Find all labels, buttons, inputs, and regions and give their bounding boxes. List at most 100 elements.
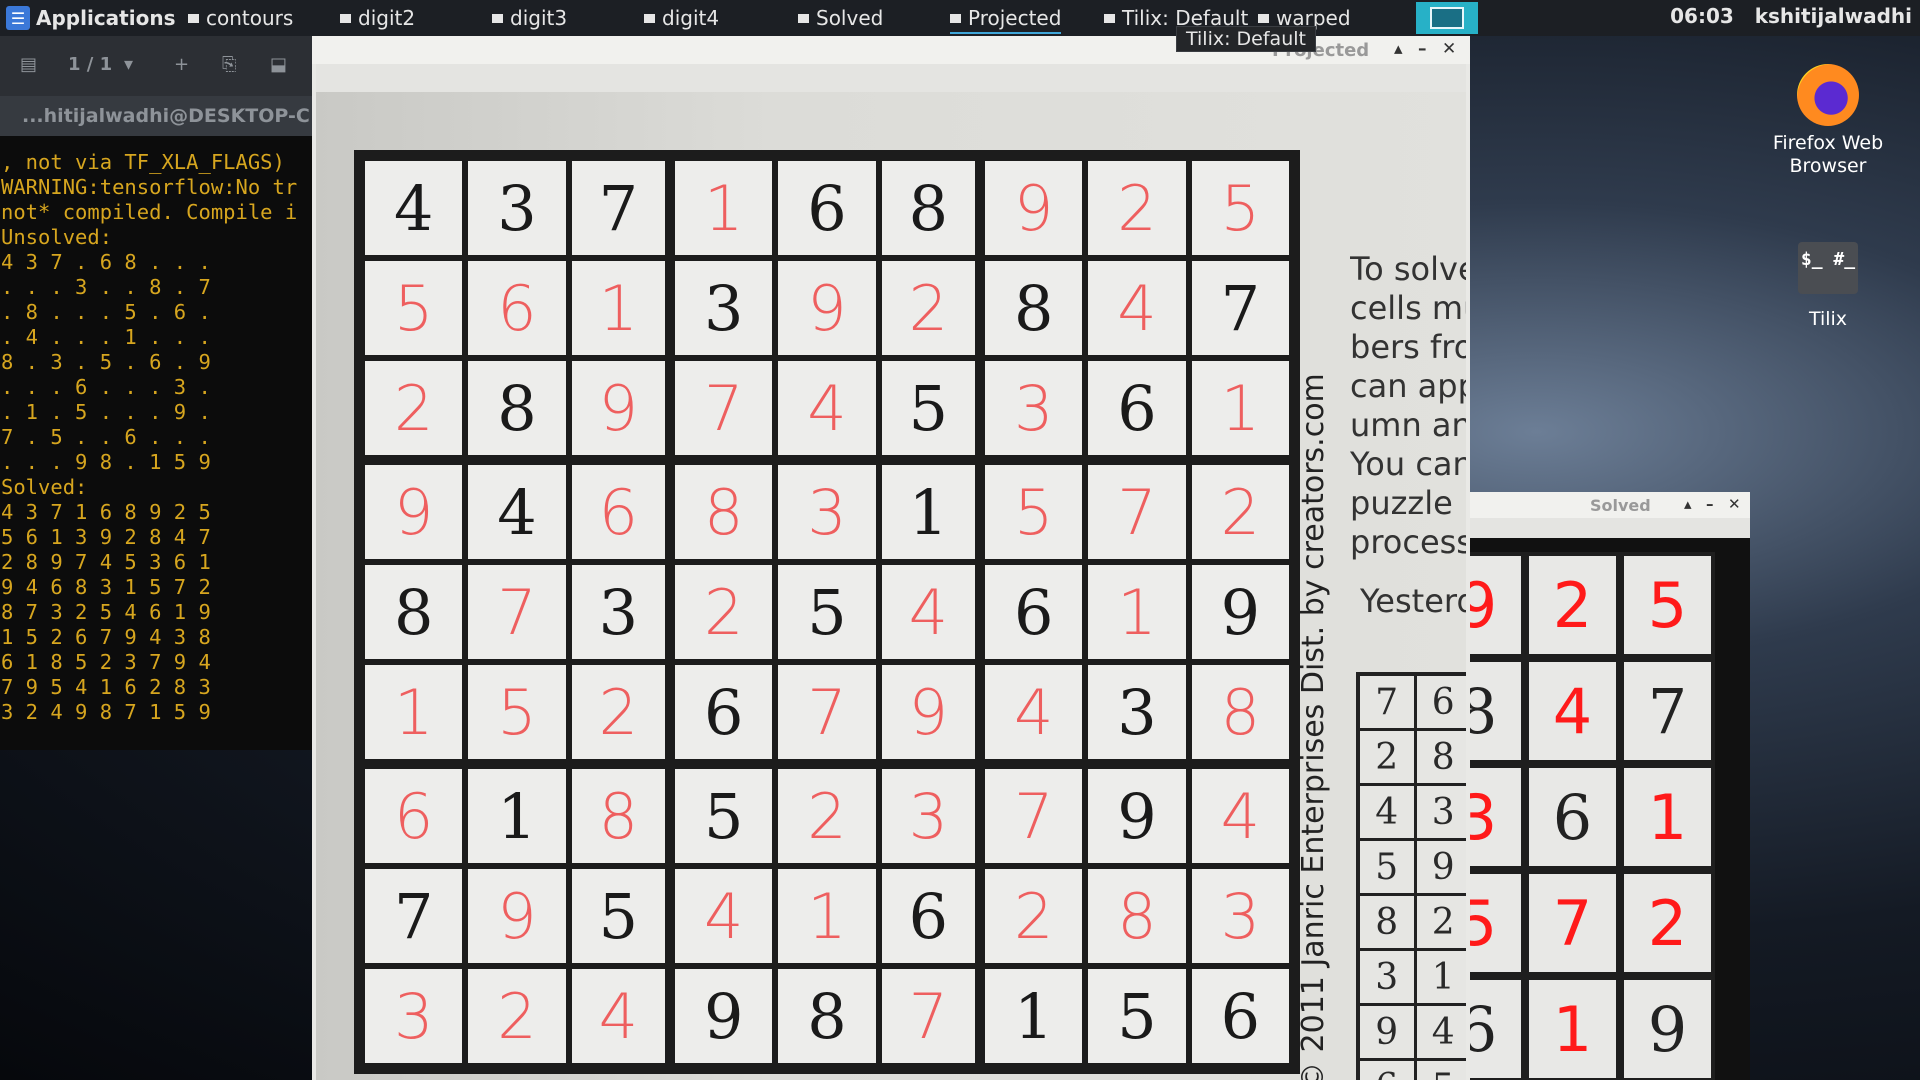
- given-digit-cell: 8: [468, 361, 566, 455]
- close-icon[interactable]: ✕: [1442, 39, 1456, 59]
- show-desktop-button[interactable]: [1416, 2, 1478, 34]
- solved-digit-cell: 3: [881, 769, 975, 863]
- solved-digit-cell: 3: [365, 969, 463, 1063]
- terminal-line: Unsolved:: [1, 225, 113, 249]
- add-icon[interactable]: +: [174, 54, 189, 75]
- terminal-line: not* compiled. Compile i: [1, 200, 298, 224]
- solved-window[interactable]: Solved ▴ – ✕ 925847361572619: [1470, 492, 1750, 1080]
- split-icon[interactable]: ⎘: [222, 54, 236, 75]
- solved-digit-cell: 9: [778, 261, 876, 355]
- given-digit-cell: 5: [675, 769, 773, 863]
- terminal-line: 3 2 4 9 8 7 1 5 9: [1, 700, 211, 724]
- task-label: digit4: [662, 6, 720, 30]
- solved-digit-cell: 3: [778, 465, 876, 559]
- solved-digit-cell: 2: [1624, 874, 1711, 972]
- task-digit4[interactable]: digit4: [644, 4, 719, 32]
- given-digit-cell: 7: [1624, 662, 1711, 760]
- clock-user[interactable]: 06:03 kshitijalwadhi: [1670, 4, 1912, 28]
- solved-digit-cell: 7: [468, 565, 566, 659]
- solved-digit-cell: 2: [881, 261, 975, 355]
- given-digit-cell: 6: [1529, 768, 1616, 866]
- terminal-line: Solved:: [1, 475, 88, 499]
- given-digit-cell: 1: [985, 969, 1083, 1063]
- instruction-line: cells mu: [1350, 289, 1466, 327]
- solved-digit-cell: 1: [365, 665, 463, 759]
- task-label: digit2: [358, 6, 416, 30]
- firefox-desktop-icon[interactable]: Firefox Web Browser: [1768, 64, 1888, 178]
- solved-digit-cell: 2: [571, 665, 665, 759]
- mini-grid-cell: 6: [1360, 1061, 1414, 1080]
- terminal-line: 6 1 8 5 2 3 7 9 4: [1, 650, 211, 674]
- solved-digit-cell: 4: [985, 665, 1083, 759]
- given-digit-cell: 8: [778, 969, 876, 1063]
- terminal-line: 5 6 1 3 9 2 8 4 7: [1, 525, 211, 549]
- task-contours[interactable]: contours: [188, 4, 293, 32]
- sidebar-icon[interactable]: ▤: [20, 54, 37, 75]
- terminal-line: 8 . 3 . 5 . 6 . 9: [1, 350, 211, 374]
- tilix-label: Tilix: [1808, 308, 1848, 330]
- solved-digit-cell: 8: [675, 465, 773, 559]
- mini-grid-cell: 7: [1360, 676, 1414, 728]
- solved-digit-cell: 2: [778, 769, 876, 863]
- session-counter[interactable]: 1 / 1: [68, 54, 112, 75]
- window-titlebar[interactable]: Solved ▴ – ✕: [1470, 492, 1750, 518]
- given-digit-cell: 6: [1191, 969, 1289, 1063]
- maximize-icon[interactable]: ▴: [1684, 495, 1692, 513]
- close-icon[interactable]: ✕: [1728, 495, 1741, 513]
- task-label: Projected: [968, 6, 1062, 30]
- terminal-window[interactable]: ▤ 1 / 1 ▾ + ⎘ ⬓ ...hitijalwadhi@DESKTOP-…: [0, 36, 315, 750]
- terminal-line: . . . 3 . . 8 . 7: [1, 275, 211, 299]
- given-digit-cell: 9: [1191, 565, 1289, 659]
- terminal-output[interactable]: , not via TF_XLA_FLAGS) WARNING:tensorflo…: [1, 150, 297, 725]
- task-digit2[interactable]: digit2: [340, 4, 415, 32]
- projected-window[interactable]: Projected ▴ – ✕ 437168925561392847289745…: [312, 36, 1470, 1080]
- window-icon: [1258, 13, 1269, 23]
- window-icon: [950, 13, 961, 23]
- task-solved[interactable]: Solved: [798, 4, 883, 32]
- given-digit-cell: 7: [1191, 261, 1289, 355]
- clock: 06:03: [1670, 4, 1734, 28]
- chevron-down-icon[interactable]: ▾: [124, 54, 133, 75]
- solved-digit-cell: 4: [675, 869, 773, 963]
- terminal-line: 7 . 5 . . 6 . . .: [1, 425, 211, 449]
- task-label: contours: [206, 6, 294, 30]
- terminal-line: WARNING:tensorflow:No tr: [1, 175, 298, 199]
- mini-grid-cell: 9: [1416, 841, 1466, 893]
- window-icon: [798, 13, 809, 23]
- given-digit-cell: 9: [1624, 980, 1711, 1078]
- given-digit-cell: 3: [468, 161, 566, 255]
- solved-digit-cell: 1: [675, 161, 773, 255]
- solved-digit-cell: 1: [1191, 361, 1289, 455]
- minimize-icon[interactable]: –: [1418, 39, 1427, 59]
- solved-digit-cell: 2: [1191, 465, 1289, 559]
- solved-digit-cell: 4: [571, 969, 665, 1063]
- solved-digit-cell: 7: [881, 969, 975, 1063]
- solved-digit-cell: 2: [468, 969, 566, 1063]
- mini-grid-cell: 2: [1416, 896, 1466, 948]
- solved-digit-cell: 7: [985, 769, 1083, 863]
- task-projected[interactable]: Projected: [950, 4, 1062, 34]
- solved-digit-cell: 7: [778, 665, 876, 759]
- solved-digit-cell: 2: [365, 361, 463, 455]
- applications-label: Applications: [36, 6, 176, 30]
- terminal-line: . 8 . . . 5 . 6 .: [1, 300, 211, 324]
- solved-digit-cell: 4: [1529, 662, 1616, 760]
- terminal-line: . . . 9 8 . 1 5 9: [1, 450, 211, 474]
- tilix-desktop-icon[interactable]: $_ #_ Tilix: [1768, 242, 1888, 331]
- given-digit-cell: 7: [365, 869, 463, 963]
- solved-digit-cell: 5: [1470, 874, 1521, 972]
- terminal-line: , not via TF_XLA_FLAGS): [1, 150, 285, 174]
- mini-grid-cell: 5: [1360, 841, 1414, 893]
- given-digit-cell: 3: [675, 261, 773, 355]
- terminal-line: . 1 . 5 . . . 9 .: [1, 400, 211, 424]
- mini-grid-cell: 1: [1416, 951, 1466, 1003]
- minimize-icon[interactable]: –: [1706, 495, 1714, 513]
- split-down-icon[interactable]: ⬓: [270, 54, 287, 75]
- applications-menu[interactable]: ☰ Applications: [6, 4, 175, 32]
- desktop-icon: [1430, 7, 1464, 29]
- given-digit-cell: 3: [571, 565, 665, 659]
- maximize-icon[interactable]: ▴: [1394, 39, 1403, 59]
- solved-digit-cell: 2: [985, 869, 1083, 963]
- task-digit3[interactable]: digit3: [492, 4, 567, 32]
- solved-digit-cell: 9: [881, 665, 975, 759]
